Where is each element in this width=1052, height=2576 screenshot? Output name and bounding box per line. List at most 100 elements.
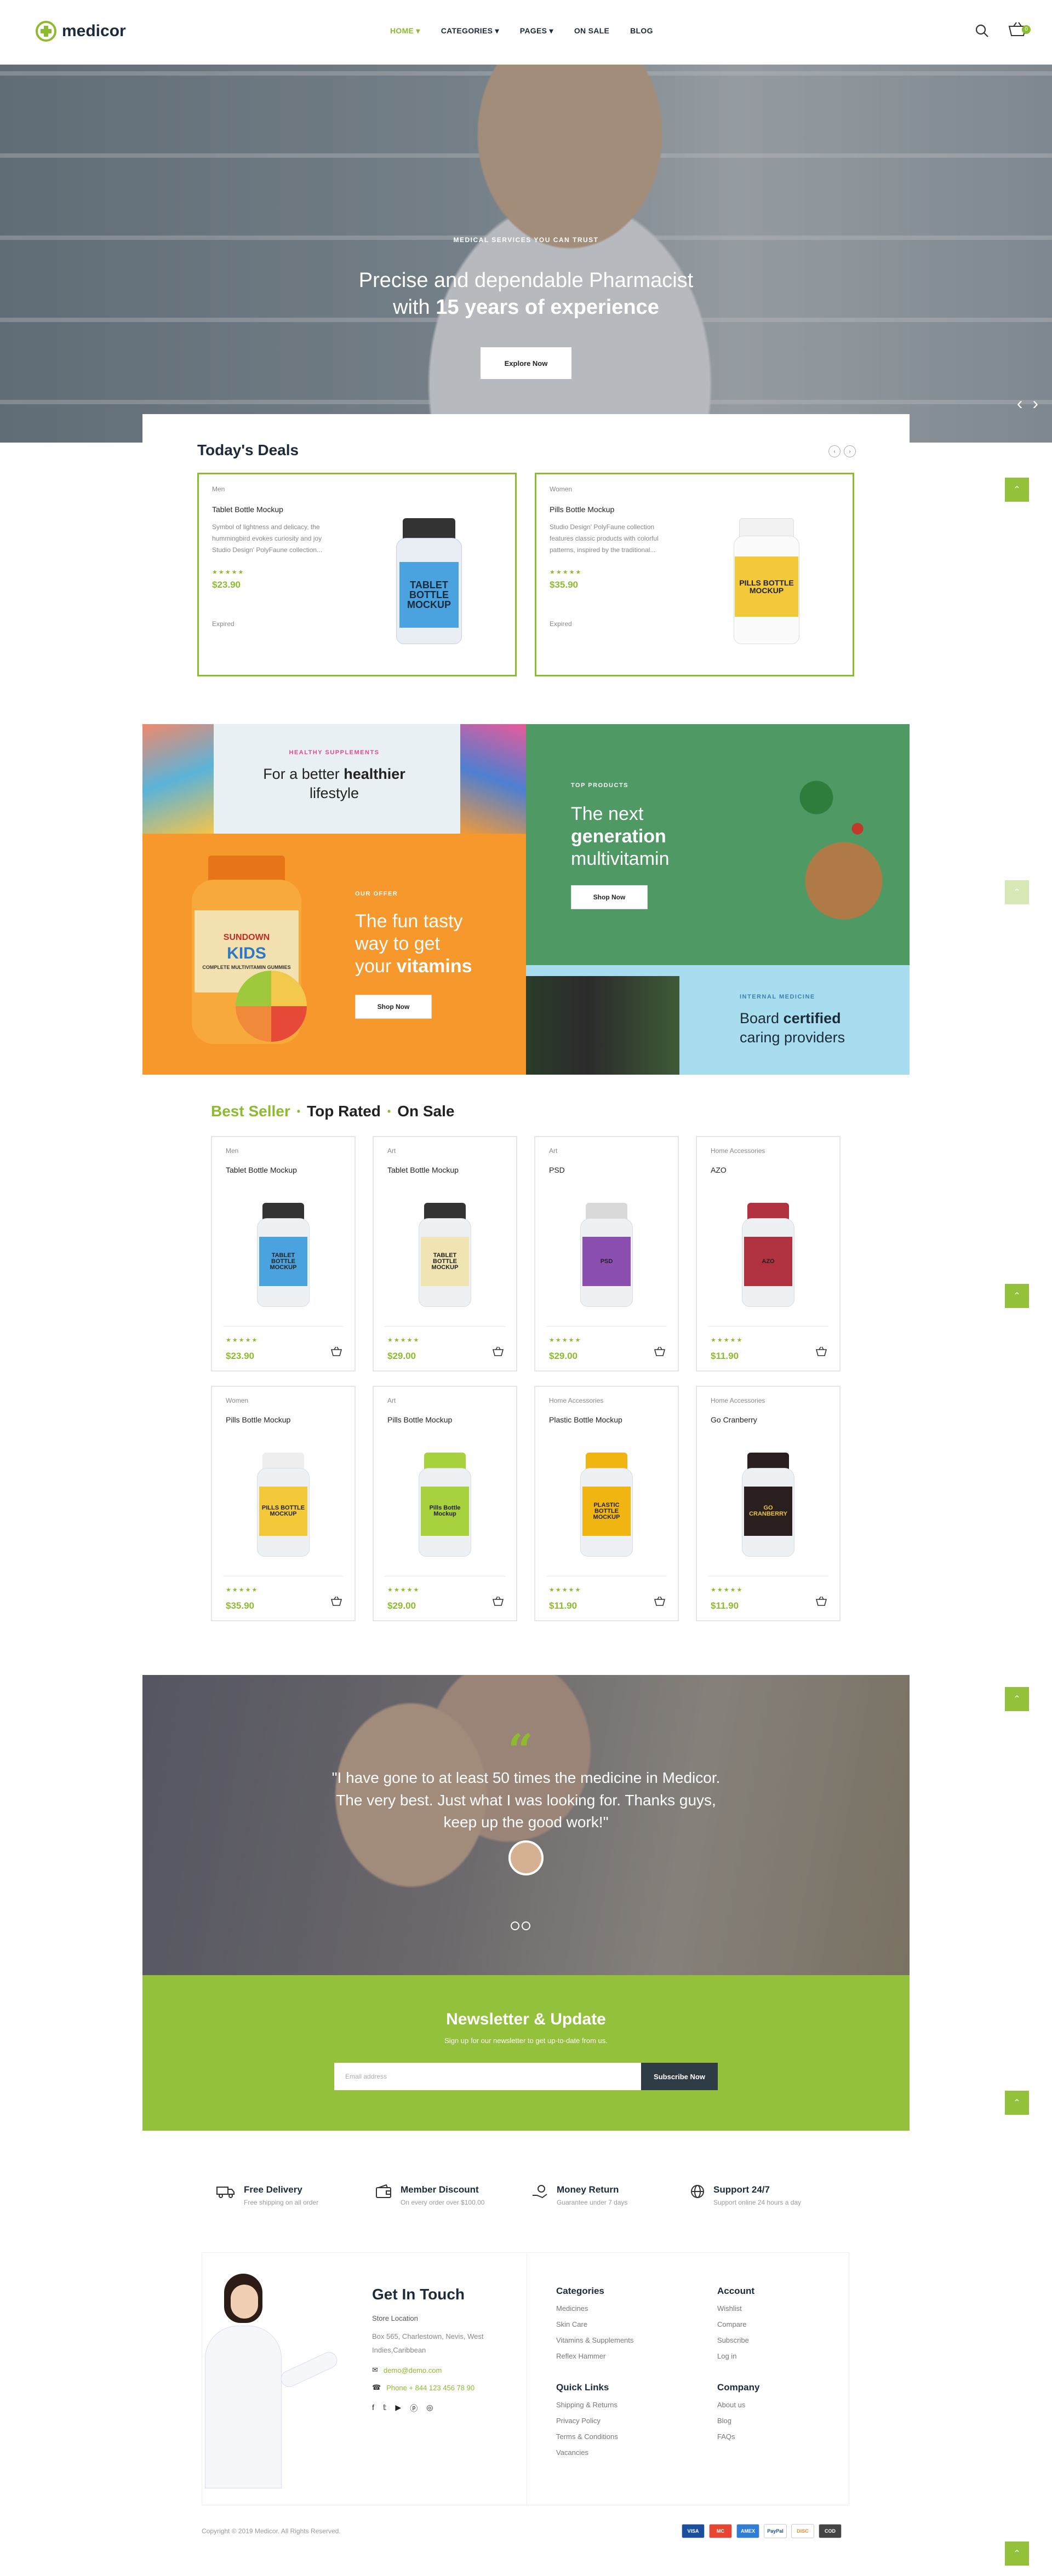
slider-dot[interactable] <box>522 1921 530 1930</box>
add-to-cart-icon[interactable] <box>492 1345 504 1357</box>
product-card[interactable]: Art Tablet Bottle Mockup TABLET BOTTLE MOC… <box>373 1136 517 1372</box>
footer-link[interactable]: Compare <box>717 2320 759 2328</box>
product-name[interactable]: Pills Bottle Mockup <box>387 1415 452 1424</box>
instagram-icon[interactable]: ◎ <box>426 2403 433 2414</box>
footer-link[interactable]: Log in <box>717 2352 759 2360</box>
add-to-cart-icon[interactable] <box>492 1595 504 1607</box>
product-card[interactable]: Home Accessories AZO AZO ★★★★★ $11.90 <box>696 1136 841 1372</box>
product-rating: ★★★★★ <box>226 1337 259 1344</box>
product-card[interactable]: Women Pills Bottle Mockup PILLS BOTTLE MOC… <box>211 1386 356 1621</box>
footer-link[interactable]: About us <box>717 2401 759 2409</box>
add-to-cart-icon[interactable] <box>815 1595 827 1607</box>
feature-subtitle: On every order over $100.00 <box>401 2199 485 2206</box>
deal-category: Women <box>550 485 573 493</box>
product-card[interactable]: Home Accessories Plastic Bottle Mockup PLA… <box>534 1386 679 1621</box>
banner-our-offer[interactable]: SUNDOWN KIDS COMPLETE MULTIVITAMIN GUMMI… <box>142 834 526 1075</box>
phone-link[interactable]: ☎ Phone + 844 123 456 78 90 <box>372 2383 525 2392</box>
footer-link[interactable]: Medicines <box>556 2304 633 2313</box>
footer-link[interactable]: Wishlist <box>717 2304 759 2313</box>
banner2-text: The next generation multivitamin <box>571 804 670 869</box>
footer-link[interactable]: Vacancies <box>556 2448 633 2457</box>
deal-card[interactable]: Women Pills Bottle Mockup Studio Design'… <box>535 473 854 676</box>
product-name[interactable]: Plastic Bottle Mockup <box>549 1415 622 1424</box>
testimonial-quote: "I have gone to at least 50 times the me… <box>331 1769 721 1831</box>
deals-next-icon[interactable]: › <box>844 445 856 457</box>
logo[interactable]: medicor <box>36 21 126 42</box>
deal-card[interactable]: Men Tablet Bottle Mockup Symbol of light… <box>197 473 517 676</box>
shop-now-button[interactable]: Shop Now <box>355 995 432 1019</box>
facebook-icon[interactable]: f <box>372 2403 374 2414</box>
shop-now-button[interactable]: Shop Now <box>571 885 648 909</box>
globe-icon <box>691 2185 704 2198</box>
banner3-kicker: OUR OFFER <box>355 891 398 897</box>
logo-cross-icon <box>36 21 56 42</box>
product-name[interactable]: PSD <box>549 1166 565 1174</box>
nav-home[interactable]: HOME ▾ <box>390 26 420 36</box>
site-header: medicor HOME ▾ CATEGORIES ▾ PAGES ▾ ON S… <box>0 0 1052 65</box>
banner-internal-medicine[interactable]: INTERNAL MEDICINE Board certified caring … <box>526 965 910 1075</box>
footer-link[interactable]: Subscribe <box>717 2336 759 2344</box>
email-link[interactable]: ✉ demo@demo.com <box>372 2366 525 2374</box>
youtube-icon[interactable]: ▶ <box>395 2403 401 2414</box>
email-field[interactable]: Email address <box>334 2063 641 2090</box>
product-name[interactable]: AZO <box>711 1166 727 1174</box>
product-rating: ★★★★★ <box>549 1587 582 1593</box>
prev-arrow-icon[interactable]: ‹ <box>1017 393 1023 414</box>
feature-money-return: Money Return Guarantee under 7 days <box>531 2184 627 2206</box>
product-card[interactable]: Men Tablet Bottle Mockup TABLET BOTTLE MOC… <box>211 1136 356 1372</box>
add-to-cart-icon[interactable] <box>654 1595 666 1607</box>
product-name[interactable]: Tablet Bottle Mockup <box>226 1166 297 1174</box>
product-category: Men <box>226 1147 239 1155</box>
back-to-top-icon[interactable]: ⌃ <box>1005 1284 1029 1308</box>
deals-prev-icon[interactable]: ‹ <box>828 445 841 457</box>
deal-name[interactable]: Pills Bottle Mockup <box>550 505 614 514</box>
subscribe-button[interactable]: Subscribe Now <box>641 2063 718 2090</box>
deal-name[interactable]: Tablet Bottle Mockup <box>212 505 283 514</box>
product-card[interactable]: Art PSD PSD ★★★★★ $29.00 <box>534 1136 679 1372</box>
twitter-icon[interactable]: 𝕥 <box>383 2403 387 2414</box>
product-name[interactable]: Pills Bottle Mockup <box>226 1415 290 1424</box>
newsletter-title: Newsletter & Update <box>446 2010 606 2028</box>
tab-top-rated[interactable]: Top Rated <box>307 1103 381 1120</box>
pinterest-icon[interactable]: ⓟ <box>410 2403 418 2414</box>
product-card[interactable]: Home Accessories Go Cranberry GO CRANBERRY… <box>696 1386 841 1621</box>
product-name[interactable]: Go Cranberry <box>711 1415 757 1424</box>
back-to-top-icon[interactable]: ⌃ <box>1005 1687 1029 1711</box>
search-icon[interactable] <box>975 24 989 38</box>
nav-categories[interactable]: CATEGORIES ▾ <box>441 26 499 36</box>
footer-link[interactable]: Reflex Hammer <box>556 2352 633 2360</box>
tab-on-sale[interactable]: On Sale <box>397 1103 454 1120</box>
back-to-top-icon[interactable]: ⌃ <box>1005 2541 1029 2566</box>
footer-link[interactable]: Terms & Conditions <box>556 2432 633 2441</box>
footer-link[interactable]: Skin Care <box>556 2320 633 2328</box>
feature-free-delivery: Free Delivery Free shipping on all order <box>216 2184 318 2206</box>
add-to-cart-icon[interactable] <box>330 1345 342 1357</box>
nav-on-sale[interactable]: ON SALE <box>574 26 609 36</box>
hero-overlay <box>0 65 1052 443</box>
footer-link[interactable]: FAQs <box>717 2432 759 2441</box>
banner-healthy-supplements[interactable]: HEALTHY SUPPLEMENTS For a better healthi… <box>142 724 526 834</box>
footer-link[interactable]: Vitamins & Supplements <box>556 2336 633 2344</box>
footer-link[interactable]: Shipping & Returns <box>556 2401 633 2409</box>
banner-top-products[interactable]: TOP PRODUCTS The next generation multivita… <box>526 724 910 965</box>
back-to-top-icon[interactable]: ⌃ <box>1005 478 1029 502</box>
back-to-top-icon[interactable]: ⌃ <box>1005 880 1029 904</box>
nav-pages[interactable]: PAGES ▾ <box>520 26 553 36</box>
footer-link[interactable]: Privacy Policy <box>556 2417 633 2425</box>
nav-blog[interactable]: BLOG <box>630 26 653 36</box>
cart-button[interactable]: 0 <box>1008 21 1031 40</box>
add-to-cart-icon[interactable] <box>330 1595 342 1607</box>
add-to-cart-icon[interactable] <box>815 1345 827 1357</box>
product-category: Home Accessories <box>711 1397 765 1404</box>
footer-link[interactable]: Blog <box>717 2417 759 2425</box>
feature-subtitle: Free shipping on all order <box>244 2199 319 2206</box>
add-to-cart-icon[interactable] <box>654 1345 666 1357</box>
deal-category: Men <box>212 485 225 493</box>
explore-now-button[interactable]: Explore Now <box>481 347 571 379</box>
tab-best-seller[interactable]: Best Seller <box>211 1103 290 1120</box>
next-arrow-icon[interactable]: › <box>1032 393 1038 414</box>
product-name[interactable]: Tablet Bottle Mockup <box>387 1166 459 1174</box>
slider-dot[interactable] <box>511 1921 519 1930</box>
back-to-top-icon[interactable]: ⌃ <box>1005 2091 1029 2115</box>
product-card[interactable]: Art Pills Bottle Mockup Pills Bottle Mocku… <box>373 1386 517 1621</box>
